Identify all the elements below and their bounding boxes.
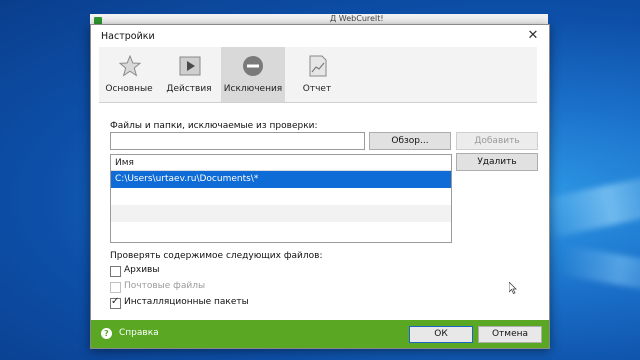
star-icon	[118, 54, 142, 77]
list-empty-row	[111, 205, 451, 222]
settings-dialog: Настройки ✕ Основные Действия Исключения	[90, 24, 550, 349]
tab-label: Основные	[105, 84, 153, 94]
list-empty-row	[111, 188, 451, 205]
exclusion-path-input[interactable]	[110, 132, 365, 150]
tab-label: Действия	[166, 84, 212, 94]
browse-button[interactable]: Обзор...	[369, 132, 451, 150]
ok-button[interactable]: ОК	[409, 326, 473, 343]
tab-report[interactable]: Отчет	[287, 47, 347, 102]
remove-button[interactable]: Удалить	[456, 153, 538, 171]
file-check-section-label: Проверять содержимое следующих файлов:	[110, 251, 323, 261]
tab-label: Исключения	[223, 84, 283, 94]
tab-actions[interactable]: Действия	[159, 47, 219, 102]
dialog-title: Настройки	[101, 31, 155, 42]
list-header[interactable]: Имя	[111, 155, 451, 171]
dialog-titlebar: Настройки ✕	[91, 25, 549, 47]
play-icon	[179, 55, 201, 77]
list-item-path: C:\Users\urtaev.ru\Documents\*	[115, 174, 259, 184]
list-empty-row	[111, 222, 451, 239]
column-header-name: Имя	[115, 158, 134, 168]
report-chart-icon	[307, 55, 329, 77]
cancel-button[interactable]: Отмена	[478, 326, 542, 343]
mouse-cursor-icon	[508, 281, 517, 294]
help-icon[interactable]: ?	[101, 328, 112, 339]
tab-general[interactable]: Основные	[99, 47, 159, 102]
close-button[interactable]: ✕	[525, 28, 541, 44]
desktop-light-streak	[558, 244, 640, 296]
help-link[interactable]: Справка	[119, 328, 159, 338]
settings-tabbar: Основные Действия Исключения Отчет	[99, 47, 537, 103]
desktop-light-streak	[537, 170, 640, 240]
install-packages-checkbox[interactable]: ✓	[110, 296, 121, 309]
list-item[interactable]: C:\Users\urtaev.ru\Documents\*	[111, 171, 451, 188]
exclusions-list[interactable]: Имя C:\Users\urtaev.ru\Documents\*	[110, 154, 452, 243]
dialog-footer: ? Справка ОК Отмена	[91, 320, 549, 348]
tab-exclusions[interactable]: Исключения	[221, 47, 285, 102]
checkmark-icon: ✓	[111, 296, 120, 307]
archives-checkbox[interactable]	[110, 266, 121, 277]
mail-files-checkbox[interactable]	[110, 282, 121, 293]
add-button[interactable]: Добавить	[456, 132, 538, 150]
mail-files-label: Почтовые файлы	[124, 281, 206, 291]
minus-circle-icon	[242, 55, 264, 77]
parent-window-title: Д WebCureIt!	[330, 14, 384, 23]
exclusions-section-label: Файлы и папки, исключаемые из проверки:	[110, 121, 318, 131]
archives-label: Архивы	[124, 265, 160, 275]
install-packages-label: Инсталляционные пакеты	[124, 297, 249, 307]
tab-label: Отчет	[302, 84, 332, 94]
